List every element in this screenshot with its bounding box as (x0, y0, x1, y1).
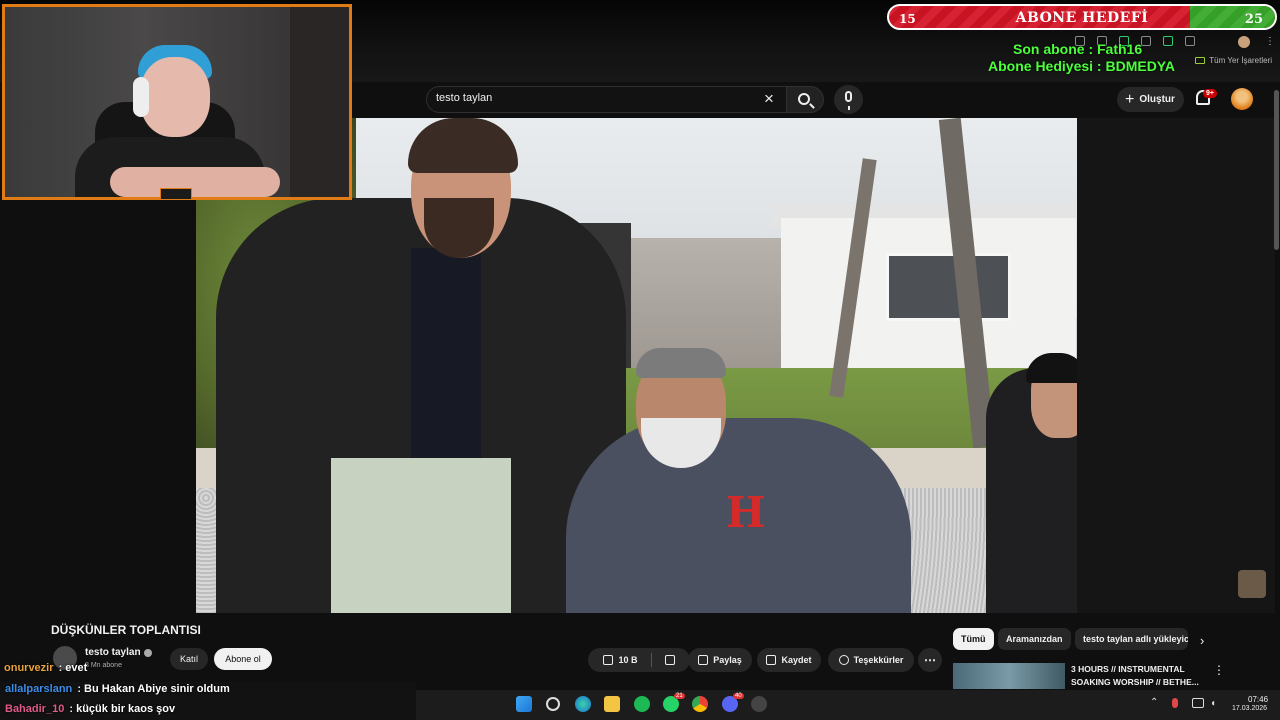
dislike-icon[interactable] (664, 655, 675, 665)
mini-avatar (1238, 570, 1266, 598)
chip-uploader[interactable]: testo taylan adlı yükleyici (1075, 628, 1188, 650)
share-label: Paylaş (713, 655, 742, 665)
scrollbar[interactable] (1274, 90, 1279, 250)
headset (133, 77, 149, 117)
thanks-button[interactable]: Teşekkürler (828, 648, 914, 672)
clock-date[interactable]: 17.03.2026 (1232, 705, 1267, 712)
like-count[interactable]: 10 B (618, 655, 637, 665)
all-bookmarks[interactable]: Tüm Yer İşaretleri (1195, 56, 1272, 65)
notification-badge: 9+ (1203, 89, 1217, 98)
thanks-label: Teşekkürler (853, 655, 904, 665)
verified-icon (144, 649, 152, 657)
browser-menu-icon[interactable]: ⋮ (1265, 36, 1275, 47)
discord-badge: 40 (733, 693, 744, 699)
recommendation-menu-icon[interactable]: ⋮ (1213, 663, 1225, 677)
chip-from-search[interactable]: Aramanızdan (998, 628, 1071, 650)
create-button[interactable]: + Oluştur (1117, 87, 1184, 112)
windows-start-icon[interactable] (516, 696, 532, 712)
search-icon (798, 93, 810, 105)
save-button[interactable]: Kaydet (757, 648, 821, 672)
save-label: Kaydet (781, 655, 812, 665)
search-button[interactable] (786, 86, 824, 113)
channel-name[interactable]: testo taylan (85, 647, 141, 658)
webcam-overlay (2, 4, 352, 200)
join-button[interactable]: Katıl (170, 648, 208, 670)
chat-message: allalparslann : Bu Hakan Abiye sinir old… (5, 683, 230, 695)
chat-message: onurvezir : evet (4, 662, 88, 674)
share-button[interactable]: Paylaş (688, 648, 752, 672)
more-actions-button[interactable]: ⋯ (918, 648, 942, 672)
subscriber-goal-bar: 15 ABONE HEDEFİ 25 (887, 4, 1277, 30)
chat-text: evet (65, 662, 88, 674)
edge-icon[interactable] (575, 696, 591, 712)
thanks-icon (838, 655, 849, 665)
chrome-icon[interactable] (692, 696, 708, 712)
chip-all[interactable]: Tümü (953, 628, 994, 650)
chat-user: allalparslann (5, 683, 73, 695)
subscribe-button[interactable]: Abone ol (214, 648, 272, 670)
spotify-icon[interactable] (634, 696, 650, 712)
goal-max: 25 (1244, 12, 1263, 27)
create-label: Oluştur (1139, 94, 1175, 105)
app-icon[interactable] (751, 696, 767, 712)
like-dislike-group: 10 B (588, 648, 690, 672)
right-panel (1077, 118, 1275, 613)
extension-icon[interactable] (1141, 36, 1151, 46)
network-icon[interactable] (1192, 698, 1204, 708)
mic-icon (845, 91, 852, 110)
recommendation-title[interactable]: 3 HOURS // INSTRUMENTAL SOAKING WORSHIP … (1071, 663, 1211, 689)
recommendation-thumbnail[interactable] (953, 663, 1065, 689)
clear-search-icon[interactable]: × (764, 89, 774, 109)
tray-chevron-icon[interactable]: ⌃ (1150, 697, 1158, 708)
account-avatar[interactable] (1231, 88, 1253, 110)
all-bookmarks-label: Tüm Yer İşaretleri (1209, 56, 1272, 65)
file-explorer-icon[interactable] (604, 696, 620, 712)
puzzle-icon[interactable] (1163, 36, 1173, 46)
chevron-right-icon[interactable]: › (1200, 633, 1204, 648)
folder-icon (1195, 57, 1206, 64)
profile-icon[interactable] (1238, 36, 1250, 48)
subscriber-count: 8 Mn abone (85, 662, 122, 669)
chat-text: Bu Hakan Abiye sinir oldum (84, 683, 230, 695)
chat-text: küçük bir kaos şov (76, 703, 176, 715)
search-input[interactable]: testo taylan (436, 92, 736, 104)
chat-user: onurvezir (4, 662, 54, 674)
chat-user: Bahadir_10 (5, 703, 65, 715)
chat-message: Bahadir_10 : küçük bir kaos şov (5, 703, 176, 715)
video-title: DÜŞKÜNLER TOPLANTISI (51, 623, 201, 637)
volume-icon[interactable]: ◖ (1210, 698, 1216, 709)
mic-icon[interactable] (1172, 698, 1178, 708)
share-icon (698, 655, 709, 665)
gift-subscriber: Abone Hediyesi : BDMEDYA (988, 58, 1175, 74)
bookmark-icon (766, 655, 777, 665)
plus-icon: + (1125, 90, 1135, 108)
webcam-logo (160, 188, 192, 200)
clock-time[interactable]: 07:46 (1248, 695, 1268, 704)
voice-search-button[interactable] (834, 85, 863, 114)
whatsapp-badge: 21 (674, 693, 685, 699)
menu-icon[interactable] (1185, 36, 1195, 46)
last-subscriber: Son abone : Fath16 (1013, 41, 1143, 57)
like-icon[interactable] (603, 655, 614, 665)
goal-label: ABONE HEDEFİ (1015, 10, 1149, 26)
search-icon[interactable] (546, 697, 560, 711)
